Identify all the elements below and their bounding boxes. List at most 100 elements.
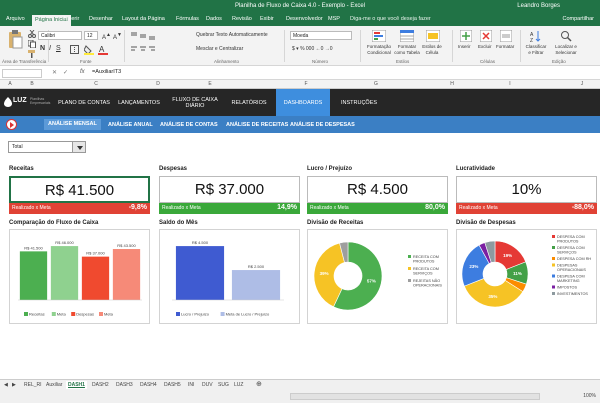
subnav-analise-de-despesas[interactable]: ANÁLISE DE DESPESAS	[286, 120, 359, 130]
find-select-button[interactable]: Localizar e Selecionar	[552, 44, 580, 56]
delete-cells-icon[interactable]	[480, 30, 492, 42]
paste-icon[interactable]	[6, 30, 24, 50]
sheet-tab[interactable]: LUZ	[234, 382, 243, 388]
nav-dashboards[interactable]: DASHBOARDS	[276, 89, 330, 116]
sheet-tab[interactable]: Auxiliar	[46, 382, 62, 388]
subnav-analise-mensal[interactable]: ANÁLISE MENSAL	[44, 119, 101, 130]
insert-cells-icon[interactable]	[460, 30, 472, 42]
number-format-icons[interactable]: $ ▾ % 000 ←0 →0	[292, 46, 333, 52]
sheet-tab[interactable]: DUV	[202, 382, 213, 388]
add-sheet-icon[interactable]: ⊕	[256, 380, 262, 388]
cell-styles-button[interactable]: Estilos de Célula	[420, 44, 444, 56]
share-button[interactable]: Compartilhar	[563, 16, 594, 22]
nav-fluxo-de-caixa-diario[interactable]: FLUXO DE CAIXA DIÁRIO	[168, 89, 222, 116]
kpi-value-receitas[interactable]: R$ 41.500	[9, 176, 150, 203]
sheet-tab[interactable]: DASH2	[92, 382, 109, 388]
nav-relatorios[interactable]: RELATÓRIOS	[222, 89, 276, 116]
user-name[interactable]: Leandro Borges	[517, 3, 560, 9]
italic-icon[interactable]: I	[49, 45, 51, 52]
tab-dados[interactable]: Dados	[206, 16, 222, 22]
sheet-tab[interactable]: DASH3	[116, 382, 133, 388]
sheet-tab[interactable]: DASH5	[164, 382, 181, 388]
column-header[interactable]: E	[200, 81, 220, 87]
sheet-tab[interactable]: REL_RI	[24, 382, 42, 388]
format-table-icon[interactable]	[400, 30, 414, 42]
chevron-down-icon[interactable]	[72, 141, 86, 153]
tab-exibir[interactable]: Exibir	[260, 16, 274, 22]
kpi-value-lucro[interactable]: R$ 4.500	[307, 176, 448, 203]
kpi-value-despesas[interactable]: R$ 37.000	[159, 176, 300, 203]
format-cells-button[interactable]: Formatar	[496, 44, 514, 49]
subnav-analise-de-receitas[interactable]: ANÁLISE DE RECEITAS	[222, 120, 292, 130]
format-painter-icon[interactable]	[28, 50, 36, 58]
tab-desenvolvedor[interactable]: Desenvolvedor	[286, 16, 323, 22]
borders-icon[interactable]	[70, 45, 79, 54]
copy-icon[interactable]	[28, 40, 36, 48]
merge-center-button[interactable]: Mesclar e Centralizar	[196, 46, 243, 52]
enter-icon[interactable]: ✓	[63, 69, 68, 76]
tab-revisao[interactable]: Revisão	[232, 16, 252, 22]
column-header[interactable]: F	[296, 81, 316, 87]
subnav-analise-de-contas[interactable]: ANÁLISE DE CONTAS	[156, 120, 222, 130]
column-header[interactable]: G	[366, 81, 386, 87]
tab-layout[interactable]: Layout da Página	[122, 16, 165, 22]
format-cells-icon[interactable]	[500, 30, 512, 42]
zoom-level[interactable]: 100%	[583, 393, 596, 399]
tab-arquivo[interactable]: Arquivo	[6, 16, 25, 22]
nav-plano-de-contas[interactable]: PLANO DE CONTAS	[58, 89, 110, 116]
tab-msp[interactable]: MSP	[328, 16, 340, 22]
increase-font-icon[interactable]: A▲	[102, 32, 111, 41]
underline-icon[interactable]: S	[56, 45, 61, 52]
column-header[interactable]: H	[442, 81, 462, 87]
font-size-select[interactable]: 12	[84, 31, 98, 40]
function-icon[interactable]: fx	[80, 69, 85, 75]
tab-inserir[interactable]: Inserir	[64, 16, 79, 22]
font-color-icon[interactable]: A	[98, 45, 108, 55]
kpi-label-lucro: Lucro / Prejuízo	[307, 166, 353, 172]
column-header[interactable]: B	[22, 81, 42, 87]
nav-instrucoes[interactable]: INSTRUÇÕES	[330, 89, 388, 116]
bold-icon[interactable]: N	[40, 45, 45, 52]
wrap-text-button[interactable]: Quebrar Texto Automaticamente	[196, 32, 268, 38]
conditional-format-button[interactable]: Formatação Condicional	[364, 44, 394, 56]
column-header[interactable]: C	[86, 81, 106, 87]
delete-cells-button[interactable]: Excluir	[478, 44, 492, 49]
sheet-tab[interactable]: SUG	[218, 382, 229, 388]
kpi-value-lucratividade[interactable]: 10%	[456, 176, 597, 203]
sheet-tab[interactable]: DASH4	[140, 382, 157, 388]
column-header[interactable]: D	[148, 81, 168, 87]
sheet-nav-right-icon[interactable]: ▶	[12, 382, 16, 388]
subnav-analise-anual[interactable]: ANÁLISE ANUAL	[104, 120, 157, 130]
font-name-select[interactable]: Calibri	[38, 31, 82, 40]
column-header[interactable]: A	[0, 81, 20, 87]
column-header[interactable]: J	[572, 81, 592, 87]
conditional-format-icon[interactable]	[372, 30, 386, 42]
play-icon[interactable]	[6, 119, 17, 130]
sheet-tab[interactable]: INI	[188, 382, 194, 388]
insert-cells-button[interactable]: Inserir	[458, 44, 471, 49]
nav-lancamentos[interactable]: LANÇAMENTOS	[110, 89, 168, 116]
tell-me-search[interactable]: Diga-me o que você deseja fazer	[350, 16, 431, 22]
name-box[interactable]	[2, 69, 42, 78]
tab-formulas[interactable]: Fórmulas	[176, 16, 199, 22]
formula-input[interactable]: =AuxiliarIT3	[92, 69, 121, 75]
sheet-nav-left-icon[interactable]: ◀	[4, 382, 8, 388]
horizontal-scrollbar[interactable]	[290, 393, 540, 400]
tab-desenhar[interactable]: Desenhar	[89, 16, 113, 22]
fill-color-icon[interactable]	[84, 45, 94, 55]
format-table-button[interactable]: Formatar como Tabela	[394, 44, 420, 56]
legend-label: Despesas	[76, 312, 94, 317]
cut-icon[interactable]	[28, 30, 36, 38]
sort-filter-icon[interactable]: AZ	[530, 30, 542, 42]
decrease-font-icon[interactable]: A▼	[113, 32, 122, 41]
align-top-icons[interactable]	[130, 31, 158, 40]
column-header[interactable]: I	[500, 81, 520, 87]
align-horizontal-icons[interactable]	[130, 45, 158, 54]
cell-styles-icon[interactable]	[426, 30, 440, 42]
cancel-icon[interactable]: ✕	[52, 69, 57, 76]
sheet-tab-active[interactable]: DASH1	[66, 381, 87, 389]
find-select-icon[interactable]	[560, 30, 572, 42]
number-format-select[interactable]: Moeda	[290, 31, 352, 40]
legend-label: Lucro / Prejuízo	[181, 312, 210, 317]
sort-filter-button[interactable]: Classificar e Filtrar	[524, 44, 548, 56]
